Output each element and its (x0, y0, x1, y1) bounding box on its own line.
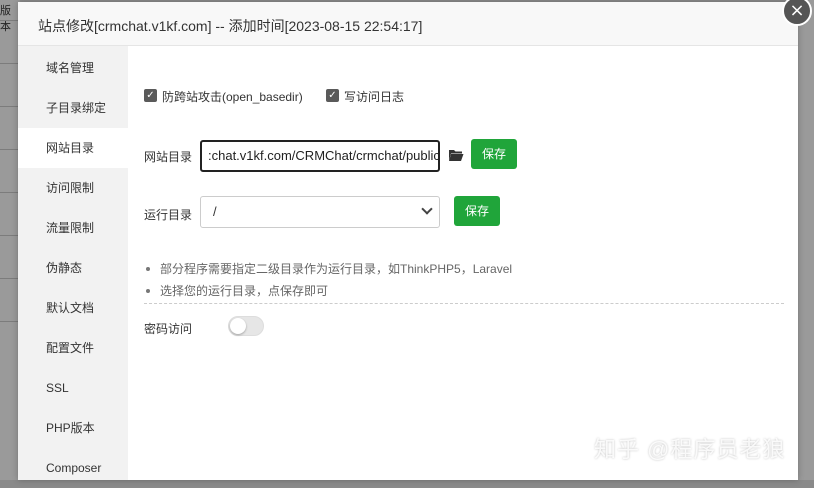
bullet-icon (146, 267, 150, 271)
site-dir-input[interactable]: :chat.v1kf.com/CRMChat/crmchat/public (200, 140, 440, 172)
run-dir-select[interactable]: / (200, 196, 440, 228)
sidebar-item-traffic-limit[interactable]: 流量限制 (18, 208, 128, 248)
open-basedir-label: 防跨站攻击(open_basedir) (162, 90, 303, 104)
sidebar-item-subdir[interactable]: 子目录绑定 (18, 88, 128, 128)
password-access-toggle[interactable] (228, 316, 264, 336)
site-dir-label: 网站目录 (144, 150, 193, 164)
chevron-down-icon (421, 203, 433, 215)
site-dir-save-button[interactable]: 保存 (471, 139, 518, 169)
background-table: 版本 (0, 0, 20, 480)
sidebar-item-ssl[interactable]: SSL (18, 368, 128, 408)
tip-item: 部分程序需要指定二级目录作为运行目录，如ThinkPHP5，Laravel (144, 260, 512, 277)
sidebar-item-site-dir[interactable]: 网站目录 (18, 128, 128, 168)
folder-open-icon[interactable] (448, 148, 464, 162)
sidebar-item-config-file[interactable]: 配置文件 (18, 328, 128, 368)
site-edit-dialog: 站点修改[crmchat.v1kf.com] -- 添加时间[2023-08-1… (18, 0, 812, 480)
access-log-label: 写访问日志 (344, 90, 405, 104)
sidebar-item-access-limit[interactable]: 访问限制 (18, 168, 128, 208)
dialog-sidebar: 域名管理 子目录绑定 网站目录 访问限制 流量限制 伪静态 默认文档 配置文件 … (18, 46, 128, 480)
tips-list: 部分程序需要指定二级目录作为运行目录，如ThinkPHP5，Laravel 选择… (144, 256, 784, 304)
dialog-content: ✓ 防跨站攻击(open_basedir) ✓ 写访问日志 网站目录 :chat… (128, 46, 798, 480)
dialog-title: 站点修改[crmchat.v1kf.com] -- 添加时间[2023-08-1… (38, 18, 423, 34)
bullet-icon (146, 289, 150, 293)
sidebar-item-php-version[interactable]: PHP版本 (18, 408, 128, 448)
toggle-knob (230, 318, 246, 334)
background-right-panel (798, 0, 814, 480)
sidebar-item-composer[interactable]: Composer (18, 448, 128, 488)
password-access-label: 密码访问 (144, 322, 193, 336)
sidebar-item-default-doc[interactable]: 默认文档 (18, 288, 128, 328)
open-basedir-checkbox[interactable]: ✓ (144, 89, 157, 102)
dialog-header: 站点修改[crmchat.v1kf.com] -- 添加时间[2023-08-1… (18, 2, 798, 46)
sidebar-item-domain[interactable]: 域名管理 (18, 48, 128, 88)
run-dir-label: 运行目录 (144, 208, 193, 222)
tip-item: 选择您的运行目录，点保存即可 (144, 282, 328, 299)
access-log-checkbox[interactable]: ✓ (326, 89, 339, 102)
run-dir-save-button[interactable]: 保存 (454, 196, 501, 226)
watermark: 知乎 @程序员老狼 (594, 437, 786, 462)
close-icon: × (789, 0, 805, 21)
background-table-header: 版本 (0, 5, 11, 33)
sidebar-item-rewrite[interactable]: 伪静态 (18, 248, 128, 288)
run-dir-selected-value: / (213, 204, 217, 219)
